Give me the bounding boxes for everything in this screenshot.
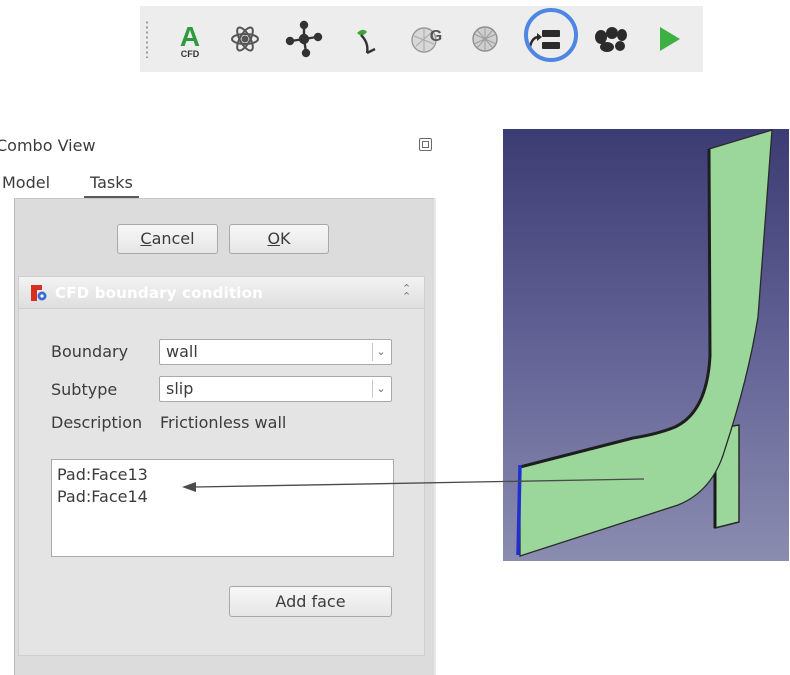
pipe-top-edge	[519, 148, 712, 469]
pipe-geometry[interactable]	[503, 129, 789, 561]
boundary-label: Boundary	[51, 342, 129, 361]
cfd-workbench-icon[interactable]: A CFD	[170, 19, 210, 59]
chevron-down-icon: ⌄	[372, 380, 389, 398]
subtype-select[interactable]: slip ⌄	[159, 376, 392, 402]
cfd-toolbar: A CFD G	[140, 6, 703, 72]
combo-view-title: Combo View	[0, 136, 96, 155]
tab-model[interactable]: Model	[0, 170, 56, 196]
physics-model-icon[interactable]	[225, 19, 265, 59]
highlight-circle	[524, 8, 578, 62]
selected-face-edge	[516, 464, 522, 556]
mesh-region-icon[interactable]	[465, 19, 505, 59]
face-list[interactable]: Pad:Face13 Pad:Face14	[51, 459, 394, 557]
ok-button[interactable]: OK	[229, 224, 329, 254]
freecad-logo-icon	[31, 285, 47, 301]
boundary-taskbox-header[interactable]: CFD boundary condition ⌃ ⌃	[18, 276, 425, 309]
toolbar-grip[interactable]	[146, 20, 148, 58]
cancel-button[interactable]: Cancel	[117, 224, 218, 254]
svg-text:CFD: CFD	[181, 49, 200, 59]
svg-text:G: G	[430, 28, 442, 45]
taskbox-title: CFD boundary condition	[55, 284, 264, 302]
combo-tabs: Model Tasks	[0, 170, 436, 198]
list-item[interactable]: Pad:Face13	[57, 465, 148, 484]
mesh-gmsh-icon[interactable]: G	[408, 19, 448, 59]
description-value: Frictionless wall	[160, 413, 287, 432]
dynamic-mesh-icon[interactable]	[591, 19, 631, 59]
description-label: Description	[51, 413, 143, 432]
chevron-down-icon: ⌄	[372, 343, 389, 361]
subtype-label: Subtype	[51, 380, 118, 399]
undock-icon[interactable]	[419, 138, 432, 151]
svg-text:A: A	[180, 21, 200, 52]
collapse-icon[interactable]: ⌃ ⌃	[402, 283, 411, 302]
task-panel-border	[434, 198, 436, 675]
tab-tasks[interactable]: Tasks	[84, 170, 139, 198]
add-face-button[interactable]: Add face	[229, 586, 392, 617]
boundary-select[interactable]: wall ⌄	[159, 339, 392, 365]
initialise-internal-icon[interactable]	[345, 19, 385, 59]
3d-viewport[interactable]	[503, 129, 789, 561]
list-item[interactable]: Pad:Face14	[57, 487, 148, 506]
solver-run-icon[interactable]	[648, 19, 688, 59]
fluid-material-icon[interactable]	[284, 19, 324, 59]
